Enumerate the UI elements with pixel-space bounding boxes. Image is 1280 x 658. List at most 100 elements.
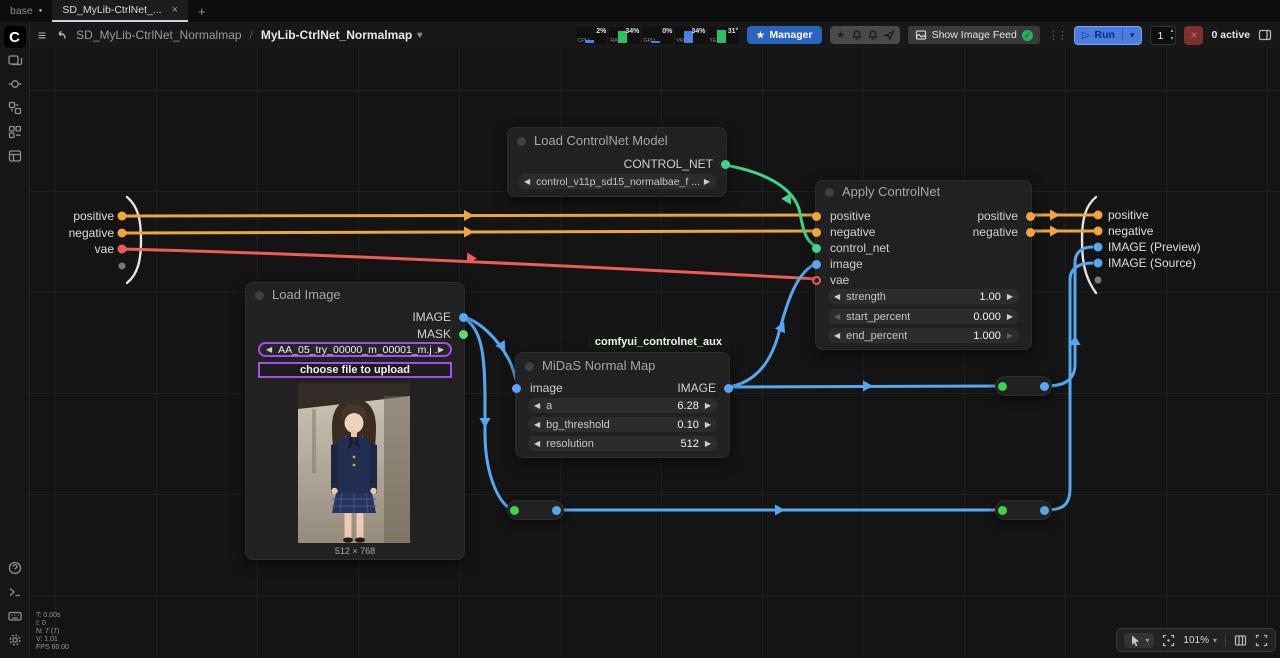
negative-input-port[interactable] (812, 228, 821, 237)
tab-base[interactable]: base ● (0, 0, 52, 22)
mask-output-port[interactable] (459, 330, 468, 339)
negative-output-port[interactable] (1026, 228, 1035, 237)
node-title: Apply ControlNet (816, 183, 1031, 201)
image-filename-widget[interactable]: ◀ AA_05_try_00000_m_00001_m.j ... ▶ (258, 342, 452, 357)
zoom-level[interactable]: 101% ▾ (1183, 635, 1217, 646)
increment-icon[interactable]: ▴ (1170, 27, 1173, 35)
queue-icon[interactable] (3, 48, 27, 72)
minimap-toggle-button[interactable] (1234, 634, 1247, 647)
breadcrumb-current[interactable]: MyLib-CtrlNet_Normalmap ▾ (261, 28, 422, 42)
batch-count-stepper[interactable]: 1 ▴ ▾ (1150, 26, 1176, 45)
comfyui-logo[interactable]: C (4, 26, 26, 48)
fullscreen-button[interactable] (1255, 634, 1268, 647)
manager-button[interactable]: ★ Manager (747, 26, 821, 44)
choose-file-button[interactable]: choose file to upload (258, 362, 452, 378)
arrow-left-icon: ◀ (524, 177, 530, 186)
link-vae (122, 249, 818, 279)
positive-input-port[interactable] (812, 212, 821, 221)
image-output-port[interactable] (724, 384, 733, 393)
link-image-to-midas (460, 316, 523, 387)
reroute-input-port[interactable] (998, 382, 1007, 391)
favorites-star-icon[interactable]: ★ (834, 28, 848, 42)
end-percent-widget[interactable]: ◀ end_percent 1.000 ▶ (828, 328, 1019, 343)
collapse-dot-icon[interactable] (517, 137, 526, 146)
show-image-feed-button[interactable]: Show Image Feed ✓ (908, 26, 1040, 44)
node-title: Load ControlNet Model (508, 132, 726, 150)
vae-input-port[interactable] (812, 276, 821, 285)
graph-output-bracket (1082, 197, 1096, 293)
port-row: negative negative (816, 224, 1031, 240)
strength-widget[interactable]: ◀ strength 1.00 ▶ (828, 289, 1019, 304)
node-library-icon[interactable] (3, 72, 27, 96)
menu-hamburger-icon[interactable]: ≡ (38, 27, 46, 43)
tab-active-workflow[interactable]: SD_MyLib-CtrlNet_... × (52, 0, 188, 22)
output-row: IMAGE (246, 309, 464, 325)
positive-output-port[interactable] (1026, 212, 1035, 221)
a-widget[interactable]: ◀ a 6.28 ▶ (528, 398, 717, 413)
start-percent-widget[interactable]: ◀ start_percent 0.000 ▶ (828, 309, 1019, 324)
fit-view-button[interactable] (1162, 634, 1175, 647)
link-reroute-to-source (1046, 263, 1093, 510)
image-output-port[interactable] (459, 313, 468, 322)
bg-threshold-widget[interactable]: ◀ bg_threshold 0.10 ▶ (528, 417, 717, 432)
help-icon[interactable] (3, 556, 27, 580)
reroute-output-port[interactable] (1040, 382, 1049, 391)
terminal-icon[interactable] (3, 580, 27, 604)
reroute-node-source-left[interactable] (507, 500, 564, 520)
node-midas-normal-map[interactable]: comfyui_controlnet_aux MiDaS Normal Map … (515, 352, 730, 458)
control-net-output-port[interactable] (721, 160, 730, 169)
image-input-port[interactable] (812, 260, 821, 269)
workflows-icon[interactable] (3, 120, 27, 144)
canvas-toolbar: ▾ 101% ▾ (1116, 628, 1276, 652)
reroute-node-midas-image[interactable] (995, 376, 1052, 396)
close-tab-icon[interactable]: × (172, 4, 178, 16)
chevron-down-icon: ▾ (1213, 636, 1217, 645)
node-apply-controlnet[interactable]: Apply ControlNet positive positive negat… (815, 180, 1032, 350)
graph-output-source-port (1094, 259, 1103, 268)
reroute-output-port[interactable] (552, 506, 561, 515)
arrow-left-icon: ◀ (534, 401, 540, 410)
decrement-icon[interactable]: ▾ (1170, 35, 1173, 43)
run-options-chevron-icon[interactable]: ▾ (1130, 30, 1135, 41)
templates-icon[interactable] (3, 144, 27, 168)
model-library-icon[interactable] (3, 96, 27, 120)
breadcrumb-parent[interactable]: SD_MyLib-CtrlNet_Normalmap (76, 28, 241, 42)
collapse-dot-icon[interactable] (255, 291, 264, 300)
resolution-widget[interactable]: ◀ resolution 512 ▶ (528, 436, 717, 451)
run-button[interactable]: ▷ Run ▾ (1074, 26, 1143, 45)
shortcuts-icon[interactable] (3, 604, 27, 628)
reroute-input-port[interactable] (510, 506, 519, 515)
reroute-node-source-right[interactable] (995, 500, 1052, 520)
toggle-panel-icon[interactable] (1258, 28, 1272, 42)
cursor-icon (1129, 634, 1141, 647)
control-net-input-port[interactable] (812, 244, 821, 253)
node-load-image[interactable]: Load Image IMAGE MASK ◀ AA_05_try_00000_… (245, 282, 465, 560)
new-tab-button[interactable]: + (188, 0, 216, 22)
graph-canvas[interactable]: positive negative vae positive negative … (30, 48, 1280, 658)
share-arrow-icon[interactable] (882, 28, 896, 42)
undo-icon[interactable] (54, 28, 68, 42)
tab-base-label: base (10, 5, 33, 17)
node-load-controlnet-model[interactable]: Load ControlNet Model CONTROL_NET ◀ cont… (507, 127, 727, 197)
graph-input-vae-port (118, 245, 127, 254)
reroute-input-port[interactable] (998, 506, 1007, 515)
notification-bell-icon[interactable] (850, 28, 864, 42)
manager-quick-actions: ★ (830, 26, 900, 44)
play-icon: ▷ (1082, 30, 1090, 41)
clear-queue-button[interactable]: × (1184, 26, 1203, 45)
temp-meter: TEMP31° (708, 27, 739, 44)
drag-handle-icon[interactable]: ⋮⋮ (1048, 29, 1066, 42)
arrow-left-icon: ◀ (834, 331, 840, 340)
alert-bell-icon[interactable] (866, 28, 880, 42)
settings-gear-icon[interactable] (3, 628, 27, 652)
controlnet-model-widget[interactable]: ◀ control_v11p_sd15_normalbae_f ... ▶ (518, 174, 716, 189)
node-pack-badge: comfyui_controlnet_aux (588, 334, 729, 350)
reroute-output-port[interactable] (1040, 506, 1049, 515)
arrow-left-icon: ◀ (266, 345, 272, 354)
graph-input-bracket (127, 197, 141, 283)
ram-meter: RAM34% (609, 27, 640, 44)
image-input-port[interactable] (512, 384, 521, 393)
collapse-dot-icon[interactable] (525, 362, 534, 371)
collapse-dot-icon[interactable] (825, 188, 834, 197)
pointer-tool-button[interactable]: ▾ (1124, 633, 1154, 648)
